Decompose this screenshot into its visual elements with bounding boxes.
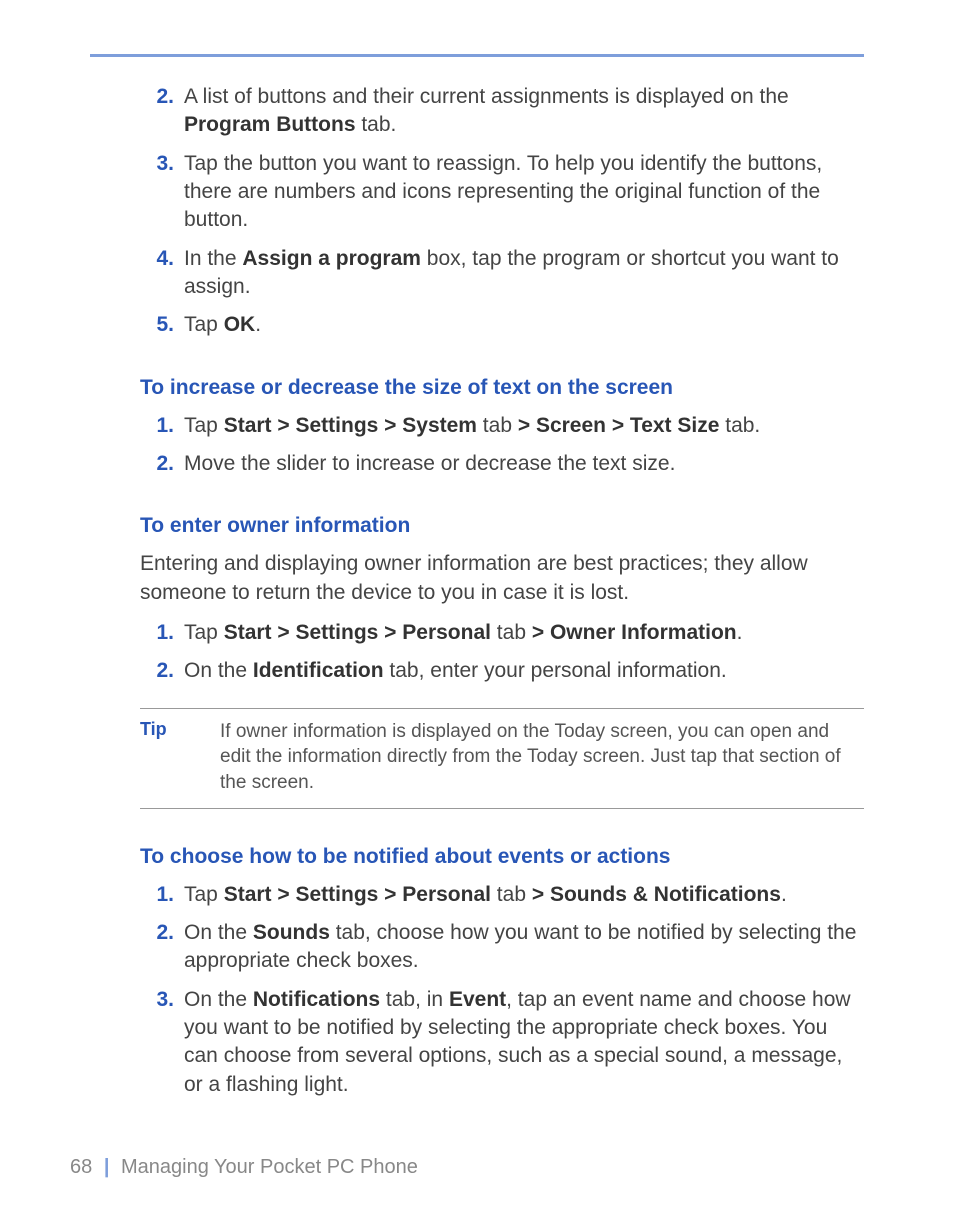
list-item: 4.In the Assign a program box, tap the p… <box>140 245 864 302</box>
list-item: 2.Move the slider to increase or decreas… <box>140 450 864 478</box>
step-number: 1. <box>140 412 184 440</box>
steps-textsize: 1.Tap Start > Settings > System tab > Sc… <box>140 412 864 479</box>
heading-textsize: To increase or decrease the size of text… <box>140 376 864 400</box>
step-number: 3. <box>140 986 184 1014</box>
list-item: 2.On the Identification tab, enter your … <box>140 657 864 685</box>
page-number: 68 <box>70 1156 92 1178</box>
step-number: 2. <box>140 83 184 111</box>
step-text: On the Identification tab, enter your pe… <box>184 657 864 685</box>
list-item: 2.A list of buttons and their current as… <box>140 83 864 140</box>
step-number: 4. <box>140 245 184 273</box>
step-text: Tap Start > Settings > Personal tab > So… <box>184 881 864 909</box>
step-number: 3. <box>140 150 184 178</box>
list-item: 1.Tap Start > Settings > Personal tab > … <box>140 881 864 909</box>
tip-label: Tip <box>140 719 220 740</box>
step-text: Tap Start > Settings > System tab > Scre… <box>184 412 864 440</box>
step-text: On the Sounds tab, choose how you want t… <box>184 919 864 976</box>
step-text: Tap OK. <box>184 311 864 339</box>
list-item: 3.On the Notifications tab, in Event, ta… <box>140 986 864 1099</box>
step-text: Tap Start > Settings > Personal tab > Ow… <box>184 619 864 647</box>
tip-box: Tip If owner information is displayed on… <box>140 708 864 809</box>
steps-top: 2.A list of buttons and their current as… <box>140 83 864 340</box>
list-item: 3.Tap the button you want to reassign. T… <box>140 150 864 235</box>
list-item: 1.Tap Start > Settings > System tab > Sc… <box>140 412 864 440</box>
list-item: 2.On the Sounds tab, choose how you want… <box>140 919 864 976</box>
heading-owner: To enter owner information <box>140 514 864 538</box>
tip-body: If owner information is displayed on the… <box>220 719 864 796</box>
page-footer: 68 | Managing Your Pocket PC Phone <box>70 1156 418 1179</box>
step-text: A list of buttons and their current assi… <box>184 83 864 140</box>
step-number: 2. <box>140 919 184 947</box>
step-number: 2. <box>140 657 184 685</box>
footer-title: Managing Your Pocket PC Phone <box>121 1156 418 1178</box>
list-item: 1.Tap Start > Settings > Personal tab > … <box>140 619 864 647</box>
step-text: On the Notifications tab, in Event, tap … <box>184 986 864 1099</box>
heading-notify: To choose how to be notified about event… <box>140 845 864 869</box>
list-item: 5.Tap OK. <box>140 311 864 339</box>
steps-notify: 1.Tap Start > Settings > Personal tab > … <box>140 881 864 1099</box>
footer-separator: | <box>98 1156 116 1178</box>
steps-owner: 1.Tap Start > Settings > Personal tab > … <box>140 619 864 686</box>
step-number: 2. <box>140 450 184 478</box>
step-text: Tap the button you want to reassign. To … <box>184 150 864 235</box>
step-number: 1. <box>140 881 184 909</box>
step-number: 1. <box>140 619 184 647</box>
step-text: Move the slider to increase or decrease … <box>184 450 864 478</box>
owner-intro: Entering and displaying owner informatio… <box>140 550 864 607</box>
step-number: 5. <box>140 311 184 339</box>
step-text: In the Assign a program box, tap the pro… <box>184 245 864 302</box>
